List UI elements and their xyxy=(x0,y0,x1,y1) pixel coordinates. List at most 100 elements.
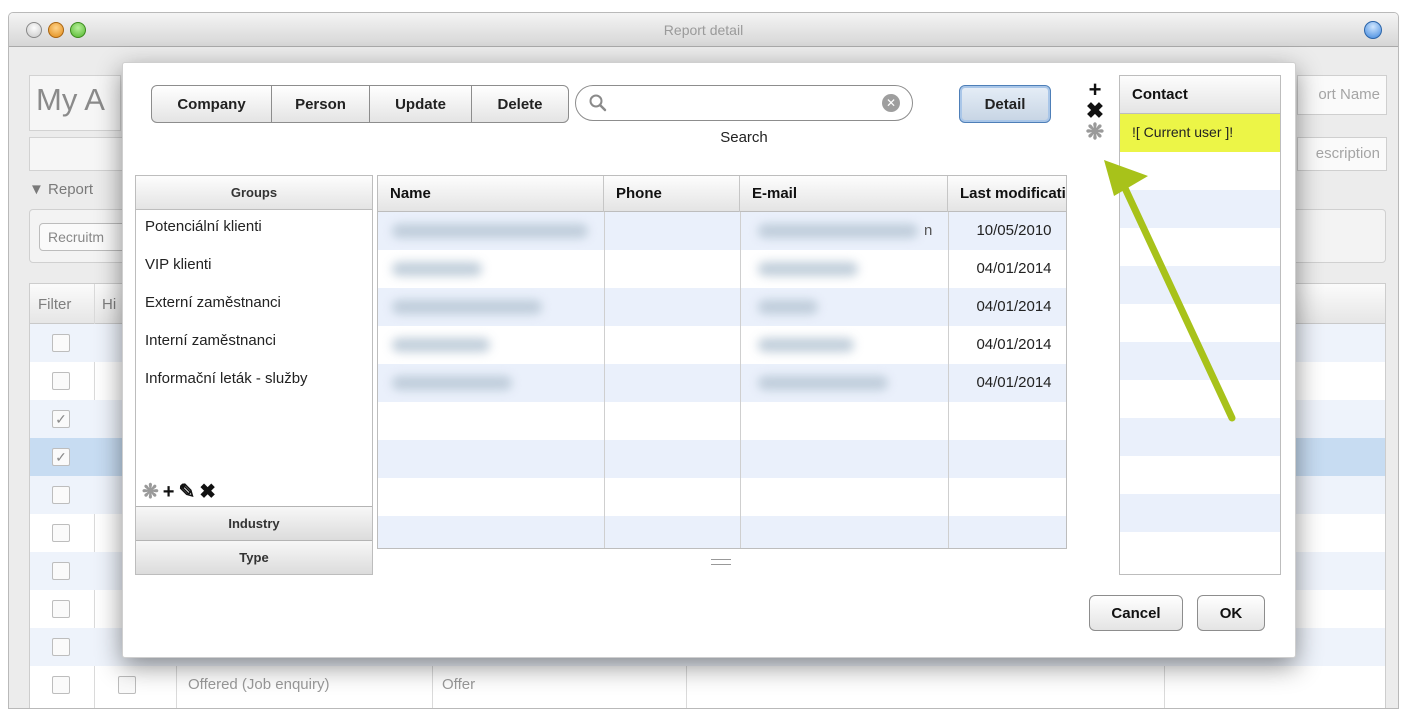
type-section[interactable]: Type xyxy=(136,540,372,574)
report-description-field[interactable]: escription xyxy=(1297,137,1387,171)
list-item[interactable] xyxy=(1120,494,1280,532)
obscured-email xyxy=(758,224,918,238)
group-item[interactable]: Externí zaměstnanci xyxy=(136,286,372,324)
obscured-email xyxy=(758,300,818,314)
person-button[interactable]: Person xyxy=(272,86,370,122)
list-item[interactable] xyxy=(1120,380,1280,418)
remove-contact-icon[interactable]: ✖ xyxy=(1085,100,1105,122)
special-group-icon[interactable]: ❋ xyxy=(142,482,159,502)
edit-group-icon[interactable]: ✎ xyxy=(178,482,195,502)
special-contact-icon[interactable]: ❋ xyxy=(1085,121,1105,143)
search-label: Search xyxy=(720,129,768,146)
groups-panel: Groups Potenciální klienti VIP klienti E… xyxy=(135,175,373,575)
filter-checkbox[interactable] xyxy=(52,334,70,352)
list-item[interactable] xyxy=(1120,228,1280,266)
industry-section[interactable]: Industry xyxy=(136,506,372,540)
group-item[interactable]: Potenciální klienti xyxy=(136,210,372,248)
action-segmented-control: Company Person Update Delete xyxy=(151,85,569,123)
window-titlebar: Report detail xyxy=(9,13,1398,47)
contact-picker-dialog: Company Person Update Delete ✕ Search De… xyxy=(122,62,1296,658)
list-item[interactable] xyxy=(1120,418,1280,456)
filter-checkbox[interactable]: ✓ xyxy=(52,448,70,466)
filter-checkbox[interactable] xyxy=(52,638,70,656)
table-row[interactable] xyxy=(378,478,1066,516)
obscured-name xyxy=(392,376,512,390)
date-cell: 04/01/2014 xyxy=(976,336,1052,353)
search-input[interactable] xyxy=(614,92,874,114)
status-cell: Offered (Job enquiry) xyxy=(188,676,330,693)
table-row[interactable] xyxy=(378,402,1066,440)
group-item[interactable]: Informační leták - služby xyxy=(136,362,372,400)
ok-button[interactable]: OK xyxy=(1197,595,1265,631)
cancel-button[interactable]: Cancel xyxy=(1089,595,1183,631)
filter-checkbox[interactable]: ✓ xyxy=(52,410,70,428)
col-last-modification[interactable]: Last modification xyxy=(948,176,1066,212)
table-row[interactable] xyxy=(378,440,1066,478)
contact-list-header: Contact xyxy=(1120,76,1280,114)
obscured-name xyxy=(392,224,588,238)
delete-button[interactable]: Delete xyxy=(472,86,568,122)
date-cell: 04/01/2014 xyxy=(976,374,1052,391)
list-item[interactable] xyxy=(1120,456,1280,494)
group-item[interactable]: VIP klienti xyxy=(136,248,372,286)
list-item[interactable] xyxy=(1120,152,1280,190)
col-divider xyxy=(740,212,741,548)
update-button[interactable]: Update xyxy=(370,86,472,122)
col-divider xyxy=(604,212,605,548)
list-item[interactable] xyxy=(1120,342,1280,380)
table-row[interactable] xyxy=(378,516,1066,548)
app-heading: My A xyxy=(29,75,121,131)
col-email[interactable]: E-mail xyxy=(740,176,948,212)
clear-search-icon[interactable]: ✕ xyxy=(882,94,900,112)
date-cell: 04/01/2014 xyxy=(976,260,1052,277)
company-button[interactable]: Company xyxy=(152,86,272,122)
resize-grip-icon[interactable] xyxy=(711,559,731,565)
type-cell: Offer xyxy=(442,676,476,693)
list-item[interactable] xyxy=(1120,304,1280,342)
add-contact-icon[interactable]: + xyxy=(1085,79,1105,101)
col-name[interactable]: Name xyxy=(378,176,604,212)
report-name-field[interactable]: ort Name xyxy=(1297,75,1387,115)
obscured-email xyxy=(758,262,858,276)
detail-button[interactable]: Detail xyxy=(959,85,1051,123)
obscured-name xyxy=(392,338,490,352)
obscured-email xyxy=(758,376,888,390)
filter-checkbox[interactable] xyxy=(52,372,70,390)
col-divider xyxy=(948,212,949,548)
list-item[interactable] xyxy=(1120,532,1280,570)
window-title: Report detail xyxy=(663,22,744,38)
date-cell: 10/05/2010 xyxy=(976,222,1052,239)
filter-checkbox[interactable] xyxy=(52,562,70,580)
report-section-toggle[interactable]: ▼ Report xyxy=(29,181,93,198)
hide-checkbox[interactable] xyxy=(118,676,136,694)
filter-checkbox[interactable] xyxy=(52,676,70,694)
contacts-table-header: Name Phone E-mail Last modification xyxy=(378,176,1066,212)
filter-checkbox[interactable] xyxy=(52,600,70,618)
list-item[interactable] xyxy=(1120,190,1280,228)
obscured-email xyxy=(758,338,854,352)
filter-checkbox[interactable] xyxy=(52,486,70,504)
remove-group-icon[interactable]: ✖ xyxy=(199,482,216,502)
contact-list-tools: + ✖ ❋ xyxy=(1085,79,1105,143)
email-cell: n xyxy=(924,222,933,239)
date-cell: 04/01/2014 xyxy=(976,298,1052,315)
report-section-label: Report xyxy=(48,181,94,198)
add-group-icon[interactable]: + xyxy=(163,482,175,502)
col-filter: Filter xyxy=(38,296,72,313)
group-tools: ❋ + ✎ ✖ xyxy=(142,482,216,502)
groups-header[interactable]: Groups xyxy=(136,176,372,210)
contacts-table: Name Phone E-mail Last modification n 10… xyxy=(377,175,1067,549)
filter-checkbox[interactable] xyxy=(52,524,70,542)
search-icon xyxy=(589,94,607,112)
group-item[interactable]: Interní zaměstnanci xyxy=(136,324,372,362)
col-hide: Hi xyxy=(102,296,117,313)
selected-contacts-list: Contact ![ Current user ]! xyxy=(1119,75,1281,575)
toolbar-toggle-button[interactable] xyxy=(1364,21,1382,39)
search-field[interactable]: ✕ xyxy=(575,85,913,121)
obscured-name xyxy=(392,300,542,314)
obscured-name xyxy=(392,262,482,276)
col-phone[interactable]: Phone xyxy=(604,176,740,212)
list-item-label: ![ Current user ]! xyxy=(1132,124,1234,140)
list-item[interactable]: ![ Current user ]! xyxy=(1120,114,1280,152)
list-item[interactable] xyxy=(1120,266,1280,304)
